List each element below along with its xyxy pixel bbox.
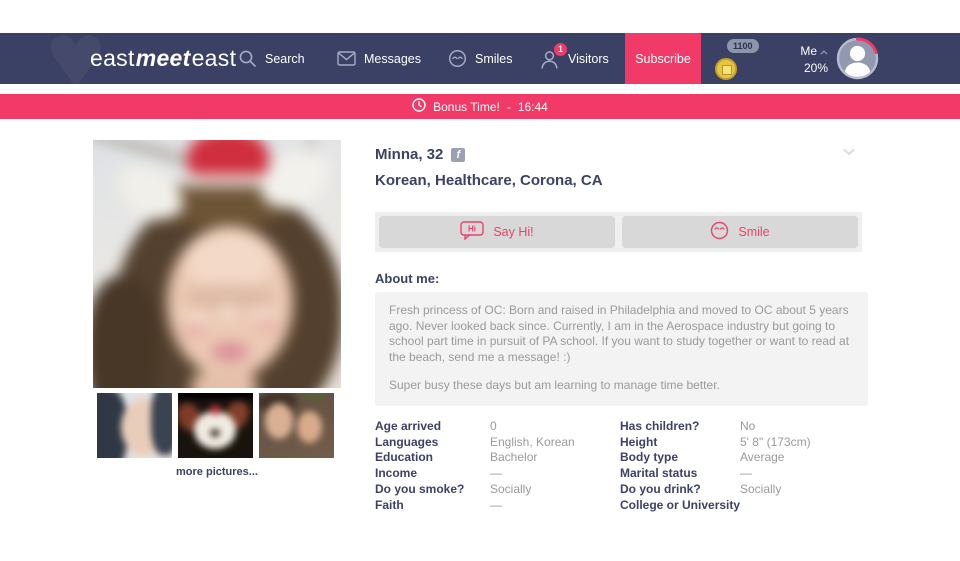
attr-value: English, Korean	[490, 435, 620, 451]
say-hi-label: Say Hi!	[493, 225, 533, 239]
svg-text:Hi: Hi	[468, 225, 476, 234]
say-hi-bubble-icon: Hi	[460, 221, 484, 243]
main-photo-blur	[93, 140, 341, 388]
nav-item-messages[interactable]: Messages	[337, 33, 421, 84]
attr-value	[740, 498, 868, 514]
attr-label: Has children?	[620, 419, 740, 435]
attr-label: Marital status	[620, 466, 740, 482]
attr-value: Bachelor	[490, 450, 620, 466]
bonus-separator: -	[507, 100, 511, 114]
attr-value: No	[740, 419, 868, 435]
me-menu[interactable]: Me 20%	[786, 33, 828, 84]
envelope-icon	[337, 51, 356, 66]
attr-value: Socially	[490, 482, 620, 498]
avatar[interactable]	[836, 37, 879, 80]
about-me-heading: About me:	[375, 271, 439, 286]
attr-label: Age arrived	[375, 419, 490, 435]
photo-thumbnail-2[interactable]	[178, 393, 253, 458]
me-label: Me	[800, 44, 817, 58]
attr-value: Socially	[740, 482, 868, 498]
attr-value: Average	[740, 450, 868, 466]
logo-part-east1: east	[90, 45, 135, 72]
site-logo[interactable]: eastmeeteast	[90, 33, 236, 84]
nav-label-visitors: Visitors	[568, 52, 609, 66]
attr-label: Income	[375, 466, 490, 482]
clock-icon	[412, 98, 426, 115]
nav-item-visitors[interactable]: 1 Visitors	[539, 33, 609, 84]
more-pictures-link[interactable]: more pictures...	[93, 466, 341, 478]
nav-label-smiles: Smiles	[475, 52, 513, 66]
coin-balance-badge: 1100	[727, 39, 759, 53]
attr-value: 0	[490, 419, 620, 435]
top-navbar: ♥ eastmeeteast Search Messages Smiles	[0, 33, 960, 84]
attr-label: Languages	[375, 435, 490, 451]
bonus-time-bar: Bonus Time! - 16:44	[0, 94, 960, 119]
about-paragraph-1: Fresh princess of OC: Born and raised in…	[389, 303, 854, 365]
attr-label: Body type	[620, 450, 740, 466]
coin-hole	[722, 65, 732, 75]
smile-icon	[710, 221, 729, 243]
nav-item-search[interactable]: Search	[238, 33, 305, 84]
about-paragraph-2: Super busy these days but am learning to…	[389, 378, 854, 394]
photo-thumbnail-1[interactable]	[97, 393, 172, 458]
person-icon: 1	[539, 49, 560, 69]
attr-value: 5' 8" (173cm)	[740, 435, 868, 451]
logo-part-meet: meet	[136, 45, 191, 72]
bonus-label: Bonus Time!	[433, 100, 500, 114]
coin-icon	[715, 58, 737, 80]
profile-main-photo[interactable]	[93, 140, 341, 388]
nav-item-smiles[interactable]: Smiles	[448, 33, 513, 84]
logo-part-east2: east	[192, 45, 237, 72]
chevron-up-icon	[820, 44, 828, 58]
search-icon	[238, 49, 257, 68]
attr-label: Education	[375, 450, 490, 466]
smiley-icon	[448, 49, 467, 68]
smile-button[interactable]: Smile	[622, 216, 858, 248]
attr-label: Do you drink?	[620, 482, 740, 498]
attr-label: Do you smoke?	[375, 482, 490, 498]
profile-name: Minna, 32	[375, 146, 443, 163]
photo-thumbnail-3[interactable]	[259, 393, 334, 458]
profile-attributes: Age arrived 0 Has children? No Languages…	[375, 419, 868, 513]
page: ♥ eastmeeteast Search Messages Smiles	[0, 0, 960, 561]
facebook-icon: f	[451, 148, 465, 162]
coin-balance[interactable]: 1100	[712, 33, 768, 84]
smile-label: Smile	[738, 225, 769, 239]
chevron-down-icon[interactable]	[842, 143, 856, 161]
profile-name-row: Minna, 32 f	[375, 146, 465, 163]
nav-label-search: Search	[265, 52, 305, 66]
attr-value: —	[490, 498, 620, 514]
profile-subtitle: Korean, Healthcare, Corona, CA	[375, 172, 603, 189]
profile-completion-percent: 20%	[804, 61, 828, 75]
say-hi-button[interactable]: Hi Say Hi!	[379, 216, 615, 248]
attr-value: —	[740, 466, 868, 482]
attr-value: —	[490, 466, 620, 482]
attr-label: Height	[620, 435, 740, 451]
subscribe-button[interactable]: Subscribe	[625, 33, 701, 84]
nav-label-messages: Messages	[364, 52, 421, 66]
about-me-text: Fresh princess of OC: Born and raised in…	[375, 292, 868, 406]
profile-action-bar: Hi Say Hi! Smile	[375, 212, 862, 252]
attr-label: Faith	[375, 498, 490, 514]
bonus-timer: 16:44	[518, 100, 548, 114]
attr-label: College or University	[620, 498, 740, 514]
visitors-badge: 1	[554, 43, 567, 56]
